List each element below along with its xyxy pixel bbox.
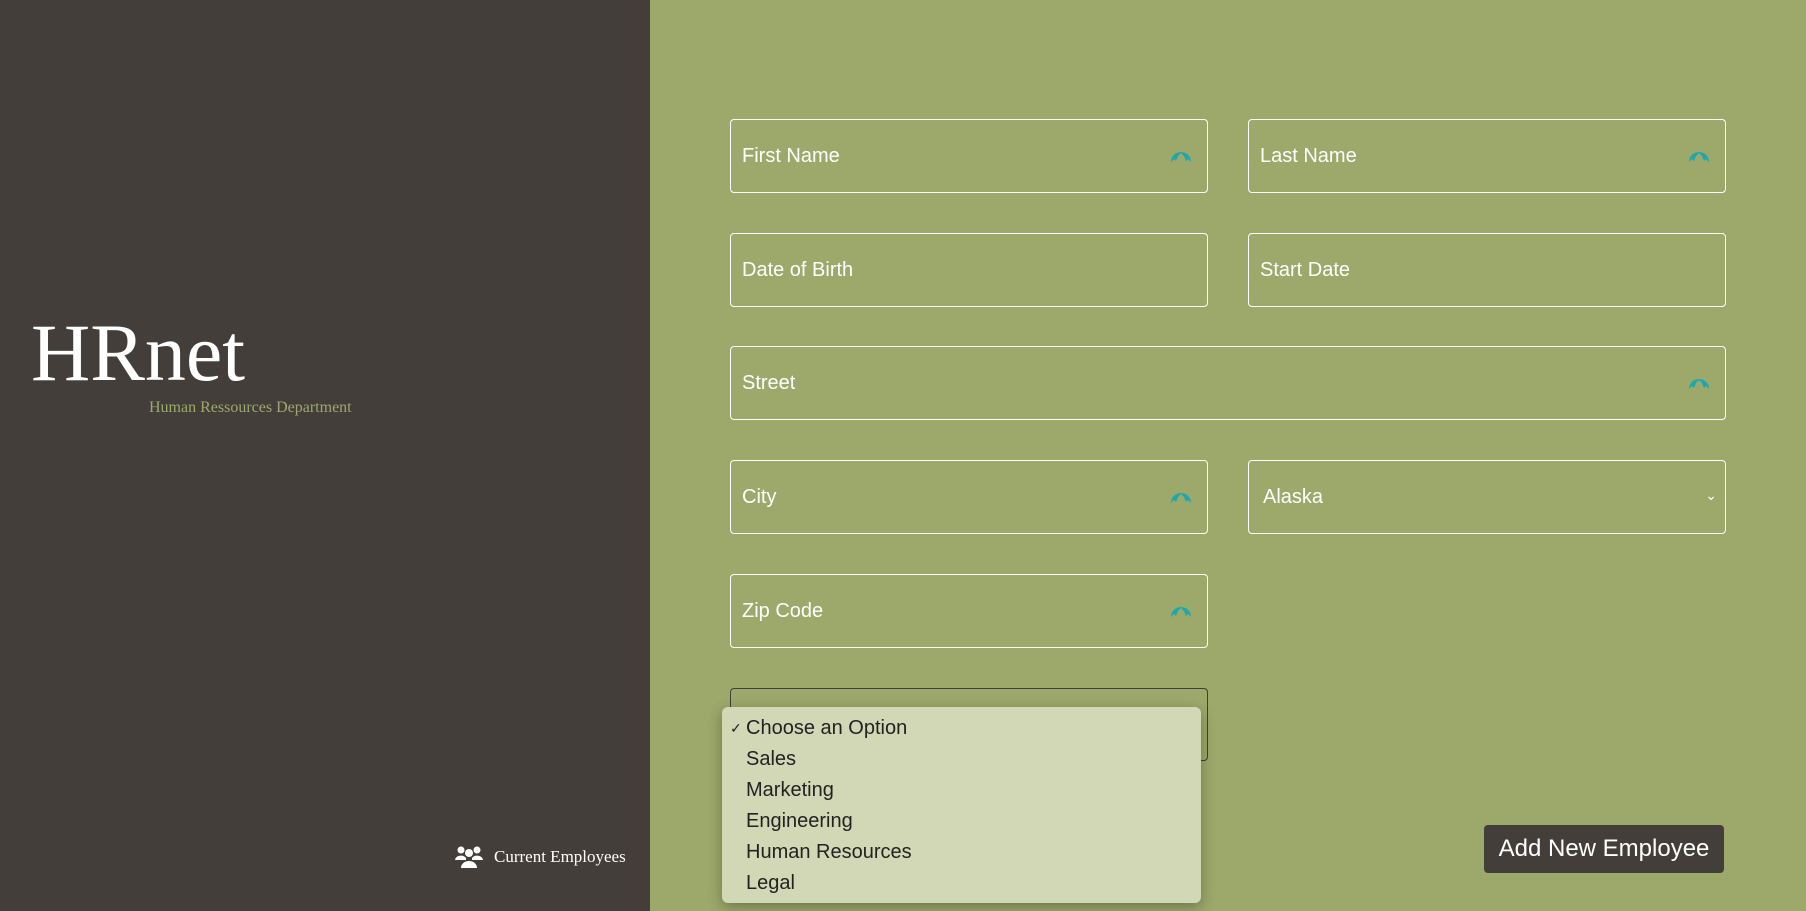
current-employees-label: Current Employees	[494, 847, 626, 866]
users-icon	[455, 846, 483, 868]
chevron-down-icon: ⌄	[1705, 487, 1717, 503]
first-name-input[interactable]: First Name	[730, 119, 1208, 193]
department-dropdown-menu: ✓ Choose an Option Sales Marketing Engine…	[722, 707, 1201, 903]
department-option[interactable]: ✓ Choose an Option	[722, 713, 1201, 744]
date-of-birth-input[interactable]: Date of Birth	[730, 233, 1208, 307]
sidebar: HRnet Human Ressources Department Curren…	[0, 0, 650, 911]
autofill-icon	[1171, 152, 1191, 162]
last-name-input[interactable]: Last Name	[1248, 119, 1726, 193]
street-placeholder: Street	[742, 371, 796, 394]
zip-code-input[interactable]: Zip Code	[730, 574, 1208, 648]
autofill-icon	[1171, 607, 1191, 617]
last-name-placeholder: Last Name	[1260, 144, 1357, 167]
state-value: Alaska	[1263, 485, 1324, 508]
department-option[interactable]: Sales	[722, 744, 1201, 775]
autofill-icon	[1171, 493, 1191, 503]
option-label: Legal	[746, 872, 795, 894]
option-label: Human Resources	[746, 841, 912, 863]
start-date-input[interactable]: Start Date	[1248, 233, 1726, 307]
department-option[interactable]: Marketing	[722, 775, 1201, 806]
subtitle: Human Ressources Department	[149, 399, 352, 416]
department-option[interactable]: Human Resources	[722, 837, 1201, 868]
first-name-placeholder: First Name	[742, 144, 840, 167]
start-date-placeholder: Start Date	[1260, 258, 1351, 281]
zip-code-placeholder: Zip Code	[742, 599, 824, 622]
checkmark-icon: ✓	[730, 720, 742, 736]
option-label: Engineering	[746, 810, 853, 832]
option-label: Choose an Option	[746, 717, 908, 739]
logo: HRnet	[31, 307, 246, 398]
option-label: Marketing	[746, 779, 834, 801]
autofill-icon	[1689, 379, 1709, 389]
department-option[interactable]: Legal	[722, 868, 1201, 899]
autofill-icon	[1689, 152, 1709, 162]
option-label: Sales	[746, 748, 797, 770]
city-input[interactable]: City	[730, 460, 1208, 534]
date-of-birth-placeholder: Date of Birth	[742, 258, 854, 281]
add-new-employee-button[interactable]: Add New Employee	[1484, 825, 1724, 873]
department-option[interactable]: Engineering	[722, 806, 1201, 837]
city-placeholder: City	[742, 485, 777, 508]
street-input[interactable]: Street	[730, 346, 1726, 420]
state-select[interactable]: Alaska ⌄	[1248, 460, 1726, 534]
current-employees-link[interactable]: Current Employees	[454, 845, 626, 869]
